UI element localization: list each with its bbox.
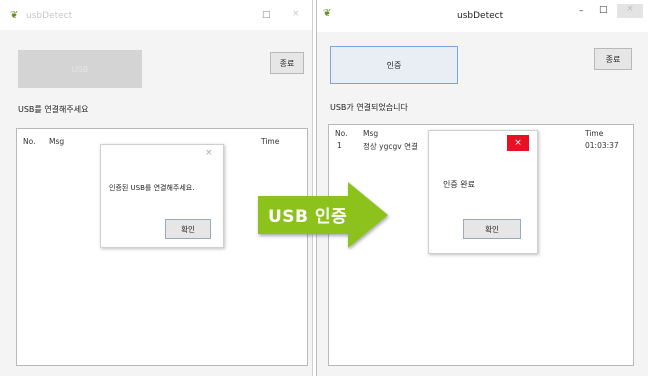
right-titlebar: ❦ usbDetect – □ × <box>317 0 648 32</box>
dialog-close-icon[interactable]: × <box>507 135 529 151</box>
dialog-ok-button[interactable]: 확인 <box>463 219 521 239</box>
dialog-close-icon[interactable]: × <box>205 148 213 158</box>
left-status-label: USB를 연결해주세요 <box>18 105 89 114</box>
dialog-message: 인증된 USB를 연결해주세요. <box>109 184 195 192</box>
left-titlebar: ❦ usbDetect □ × <box>0 0 312 30</box>
left-usb-button[interactable]: USB <box>18 50 142 88</box>
col-header-time: Time <box>585 129 604 138</box>
left-exit-button[interactable]: 종료 <box>270 52 304 74</box>
usb-auth-arrow: USB 인증 <box>252 180 392 250</box>
dialog-message: 인증 완료 <box>443 180 475 189</box>
left-usb-button-label: USB <box>71 64 89 74</box>
app-icon: ❦ <box>10 10 19 21</box>
dialog-close-label: × <box>514 138 522 148</box>
left-window-title: usbDetect <box>26 11 73 21</box>
close-icon[interactable]: × <box>292 9 300 19</box>
col-header-msg: Msg <box>49 137 65 146</box>
right-window-title: usbDetect <box>457 11 504 21</box>
col-header-msg: Msg <box>363 129 379 138</box>
col-header-time: Time <box>261 137 280 146</box>
dialog-ok-label: 확인 <box>181 224 195 234</box>
right-exit-button[interactable]: 종료 <box>594 48 632 70</box>
close-icon[interactable]: × <box>617 4 643 18</box>
right-alert-dialog: × 인증 완료 확인 <box>428 130 538 254</box>
app-icon: ❦ <box>323 8 332 19</box>
maximize-icon[interactable]: □ <box>599 5 608 15</box>
dialog-ok-button[interactable]: 확인 <box>165 219 211 239</box>
right-auth-button-label: 인증 <box>386 60 402 70</box>
arrow-label: USB 인증 <box>268 207 348 227</box>
row-msg: 정상 ygcgv 연결 <box>363 142 418 151</box>
right-status-label: USB가 연결되었습니다 <box>330 103 408 112</box>
maximize-icon[interactable]: □ <box>262 10 271 20</box>
col-header-no: No. <box>23 137 36 146</box>
left-exit-button-label: 종료 <box>279 58 295 68</box>
minimize-icon[interactable]: – <box>579 6 584 16</box>
row-no: 1 <box>337 141 342 150</box>
right-exit-button-label: 종료 <box>605 54 621 64</box>
col-header-no: No. <box>335 129 348 138</box>
dialog-ok-label: 확인 <box>485 224 499 234</box>
right-auth-button[interactable]: 인증 <box>330 46 458 84</box>
left-alert-dialog: × 인증된 USB를 연결해주세요. 확인 <box>100 144 224 248</box>
row-time: 01:03:37 <box>585 141 619 150</box>
